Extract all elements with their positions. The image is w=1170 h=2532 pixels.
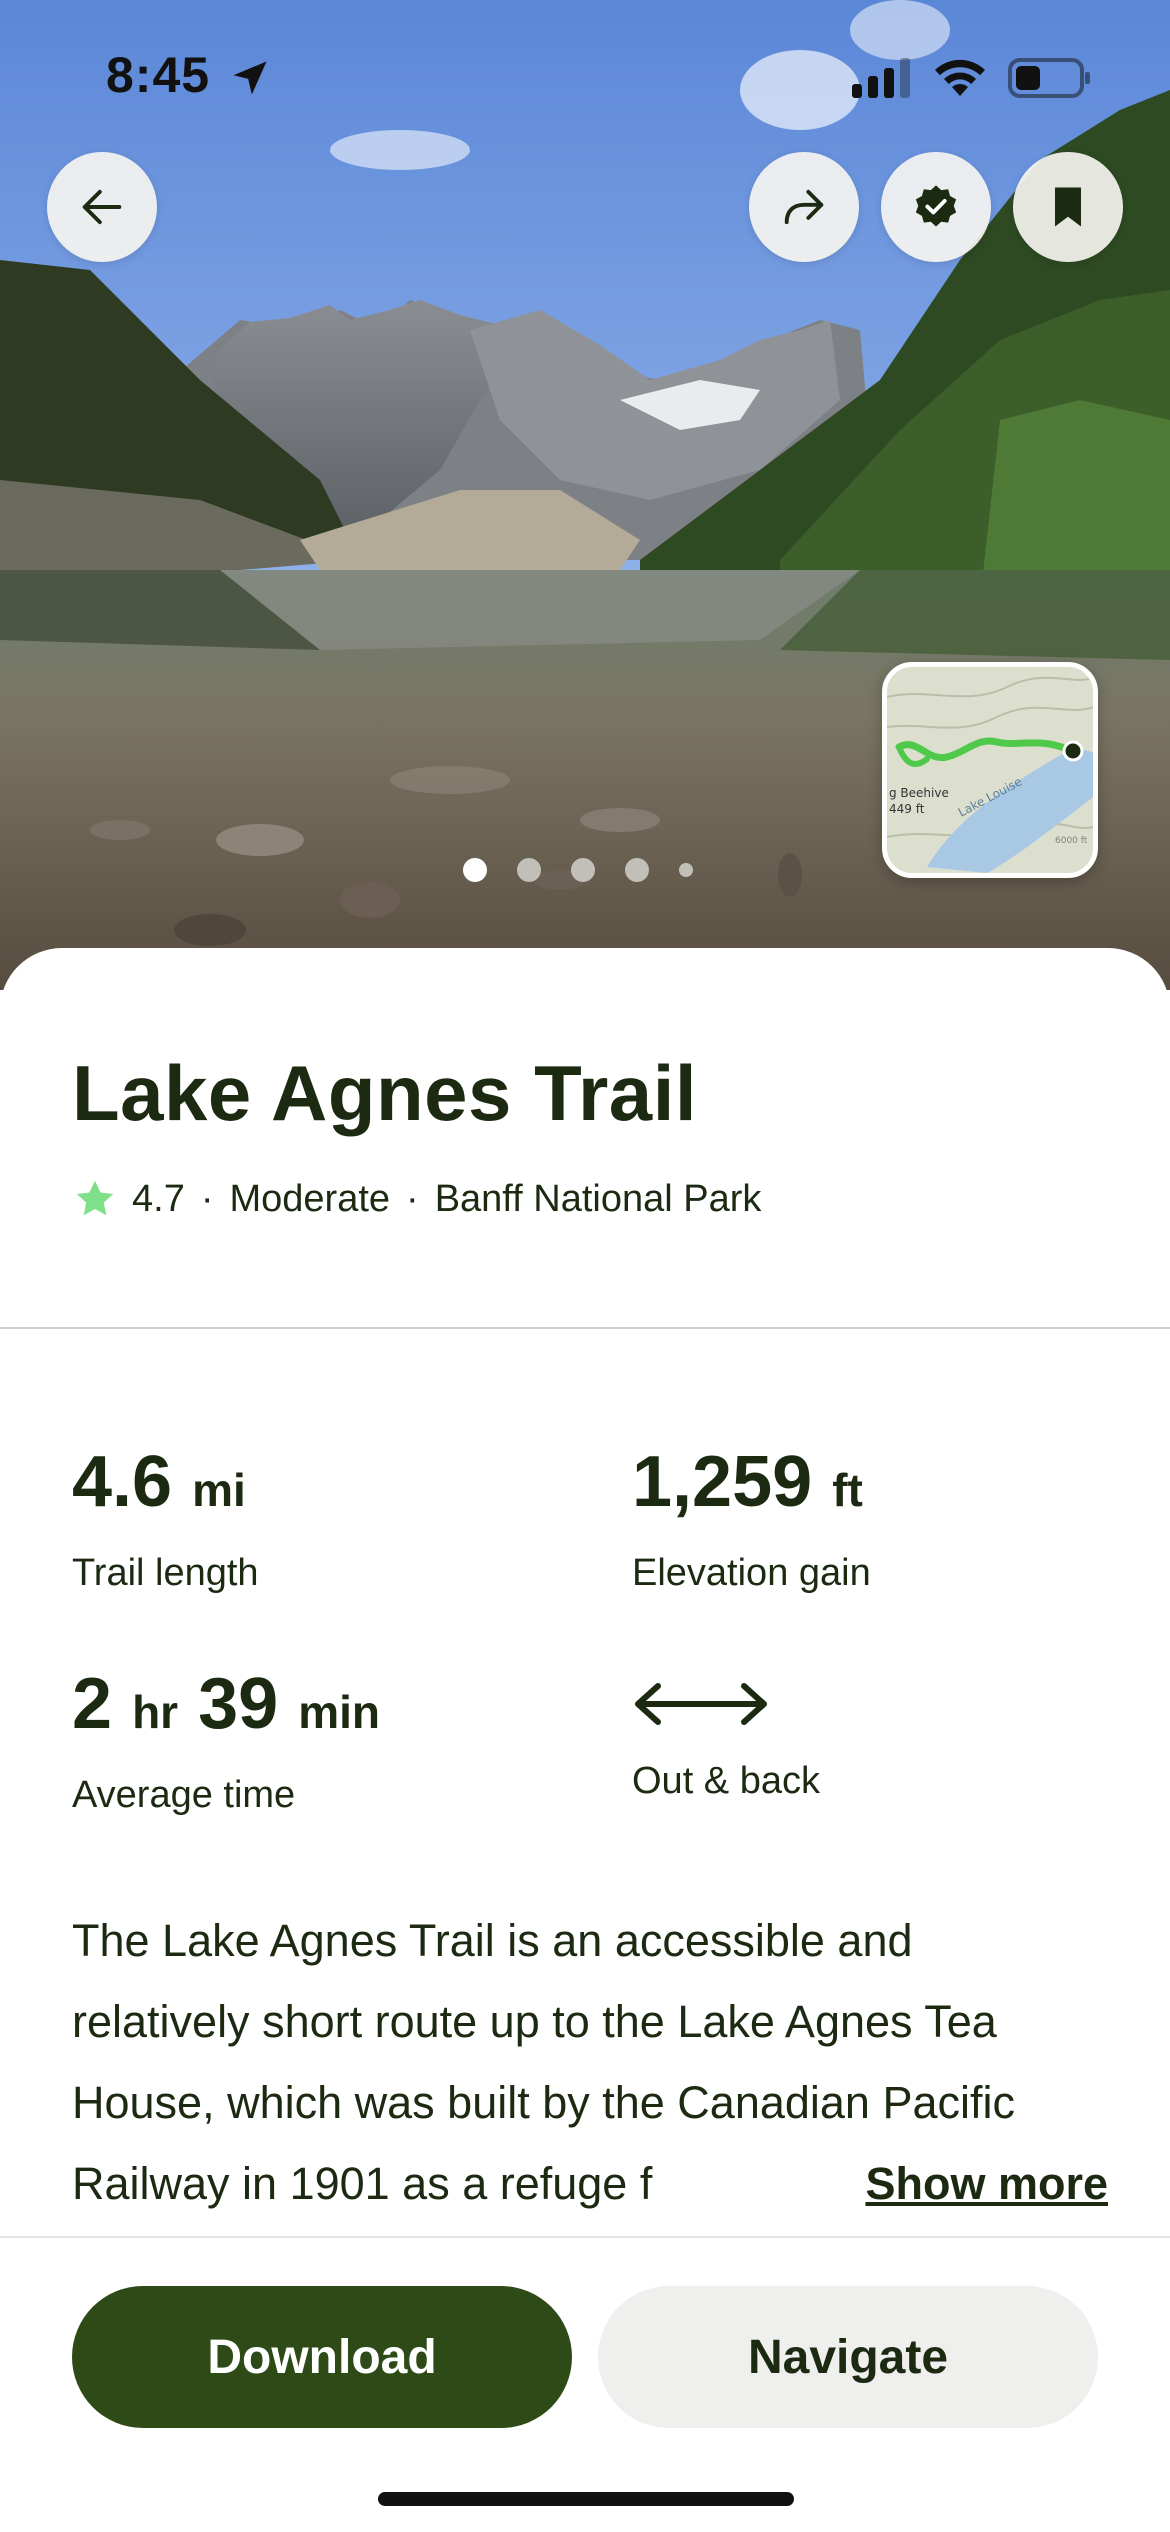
hero-photo[interactable]: 8:45 Lake Louise g Beehive 449 ft 6000 f… (0, 0, 1170, 990)
stat-average-time: 2 hr 39 min Average time (72, 1668, 380, 1817)
battery-icon (1008, 58, 1090, 98)
trail-title: Lake Agnes Trail (72, 1049, 698, 1137)
carousel-dot-active[interactable] (463, 858, 487, 882)
map-label-contour: 6000 ft (1055, 836, 1088, 846)
completed-button[interactable] (881, 152, 991, 262)
star-icon (76, 1180, 114, 1216)
home-indicator[interactable] (378, 2492, 794, 2506)
trail-meta: 4.7 · Moderate · Banff National Park (72, 1176, 761, 1222)
cellular-signal-icon (852, 58, 910, 98)
bookmark-button[interactable] (1013, 152, 1123, 262)
verified-badge-icon (915, 185, 957, 227)
share-button[interactable] (749, 152, 859, 262)
back-button[interactable] (47, 152, 157, 262)
stat-label: Out & back (632, 1760, 820, 1802)
trail-difficulty: Moderate (229, 1177, 391, 1220)
carousel-dot[interactable] (517, 858, 541, 882)
length-value: 4.6 (72, 1442, 173, 1522)
bottom-action-bar: Download Navigate (0, 2236, 1170, 2532)
stat-trail-length: 4.6 mi Trail length (72, 1446, 259, 1595)
stat-route-type: Out & back (632, 1668, 820, 1803)
map-label-beehive: g Beehive (889, 786, 949, 800)
stat-label: Trail length (72, 1552, 259, 1594)
stat-value: 4.6 mi (72, 1446, 259, 1518)
download-button[interactable]: Download (72, 2286, 572, 2428)
carousel-dots[interactable] (463, 856, 693, 884)
meta-separator: · (406, 1177, 419, 1220)
status-time: 8:45 (106, 47, 211, 103)
navigate-button[interactable]: Navigate (598, 2286, 1098, 2428)
out-and-back-arrow-icon (635, 1683, 767, 1725)
time-minutes: 39 (198, 1664, 279, 1744)
stat-label: Elevation gain (632, 1552, 871, 1594)
bookmark-icon (1055, 187, 1081, 227)
status-bar: 8:45 (0, 0, 1170, 150)
stat-label: Average time (72, 1774, 296, 1816)
trail-description: The Lake Agnes Trail is an accessible an… (72, 1900, 1108, 2224)
stat-value: 2 hr 39 min (72, 1668, 380, 1740)
map-label-elevation: 449 ft (889, 802, 925, 816)
carousel-dot[interactable] (679, 863, 693, 877)
time-hours: 2 (72, 1664, 113, 1744)
trail-park-link[interactable]: Banff National Park (435, 1178, 762, 1221)
trail-rating: 4.7 (132, 1177, 185, 1220)
length-unit: mi (192, 1464, 246, 1516)
wifi-icon (935, 59, 985, 96)
section-divider (0, 1327, 1170, 1329)
trail-map-thumbnail: Lake Louise g Beehive 449 ft 6000 ft (887, 667, 1093, 873)
meta-separator: · (200, 1177, 214, 1220)
carousel-dot[interactable] (625, 858, 649, 882)
stat-elevation-gain: 1,259 ft Elevation gain (632, 1446, 871, 1595)
time-hours-unit: hr (132, 1686, 179, 1738)
elevation-unit: ft (832, 1464, 863, 1516)
location-arrow-icon (233, 61, 267, 95)
show-more-link[interactable]: Show more (861, 2143, 1108, 2224)
elevation-value: 1,259 (632, 1442, 813, 1522)
arrow-left-icon (82, 189, 122, 225)
carousel-dot[interactable] (571, 858, 595, 882)
share-arrow-icon (784, 189, 824, 225)
time-minutes-unit: min (298, 1686, 380, 1738)
map-preview[interactable]: Lake Louise g Beehive 449 ft 6000 ft (882, 662, 1098, 878)
stat-value: 1,259 ft (632, 1446, 871, 1518)
